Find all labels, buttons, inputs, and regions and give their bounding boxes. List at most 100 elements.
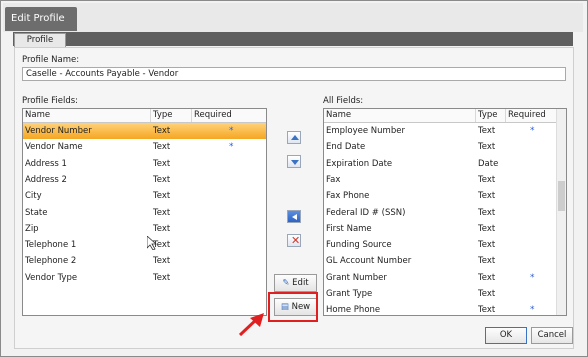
field-name-cell: Fax — [326, 174, 341, 185]
add-field-button[interactable] — [287, 210, 301, 223]
field-type-cell: Text — [478, 223, 496, 234]
table-row[interactable]: Telephone 2 Text — [23, 253, 266, 269]
field-type-cell: Text — [478, 289, 496, 299]
field-type-cell: Text — [153, 142, 171, 153]
field-type-cell: Text — [153, 126, 171, 136]
table-row[interactable]: First Name Text — [324, 221, 556, 237]
profile-fields-label: Profile Fields: — [22, 96, 79, 106]
tab-strip — [13, 32, 573, 46]
table-row[interactable]: Vendor Type Text — [23, 270, 266, 286]
field-required-cell — [227, 221, 229, 237]
field-required-cell — [528, 237, 530, 253]
field-name-cell: City — [25, 191, 42, 202]
column-header-name[interactable]: Name — [23, 109, 151, 122]
field-required-cell — [227, 237, 229, 253]
field-type-cell: Text — [153, 174, 171, 185]
field-name-cell: State — [25, 207, 48, 218]
field-name-cell: Grant Type — [326, 289, 373, 299]
annotation-arrow-icon — [238, 313, 264, 337]
table-row[interactable]: Telephone 1 Text — [23, 237, 266, 253]
remove-field-button[interactable]: ✕ — [287, 234, 301, 247]
field-required-cell: * — [530, 126, 535, 136]
arrow-down-icon — [291, 160, 299, 165]
field-required-cell — [227, 205, 229, 221]
field-name-cell: Expiration Date — [326, 158, 393, 169]
field-type-cell: Text — [153, 191, 171, 202]
field-required-cell — [227, 172, 229, 188]
field-type-cell: Text — [478, 174, 496, 185]
table-row[interactable]: City Text — [23, 188, 266, 204]
table-row[interactable]: Funding Source Text — [324, 237, 556, 253]
all-fields-grid[interactable]: Name Type Required Employee Number Text * E… — [323, 108, 567, 316]
field-name-cell: Fax Phone — [326, 191, 370, 202]
table-row[interactable]: Zip Text — [23, 221, 266, 237]
field-required-cell — [528, 221, 530, 237]
table-row[interactable]: Grant Number Text * — [324, 270, 556, 286]
field-required-cell: * — [530, 305, 535, 316]
table-row[interactable]: Grant Type Text — [324, 286, 556, 302]
column-header-required[interactable]: Required — [506, 109, 558, 122]
scrollbar-thumb[interactable] — [558, 181, 565, 211]
table-row[interactable]: Home Phone Text * — [324, 302, 556, 316]
field-name-cell: Telephone 1 — [25, 240, 77, 251]
field-type-cell: Text — [478, 142, 496, 153]
field-required-cell — [528, 205, 530, 221]
field-name-cell: Telephone 2 — [25, 256, 77, 267]
move-up-button[interactable] — [287, 131, 301, 144]
table-row[interactable]: Federal ID # (SSN) Text — [324, 205, 556, 221]
edit-button[interactable]: ✎ Edit — [274, 274, 317, 292]
profile-name-field[interactable]: Caselle - Accounts Payable - Vendor — [22, 67, 566, 81]
field-name-cell: Funding Source — [326, 240, 392, 251]
field-name-cell: Vendor Type — [25, 272, 78, 283]
field-required-cell — [227, 253, 229, 269]
column-header-type[interactable]: Type — [476, 109, 506, 122]
field-type-cell: Text — [153, 272, 171, 283]
field-required-cell — [528, 172, 530, 188]
table-row[interactable]: State Text — [23, 205, 266, 221]
field-name-cell: Zip — [25, 223, 39, 234]
new-button-highlight — [268, 292, 318, 322]
field-type-cell: Text — [478, 305, 496, 316]
all-fields-scrollbar[interactable] — [556, 109, 566, 315]
field-type-cell: Text — [153, 158, 171, 169]
tab-profile[interactable]: Profile — [14, 33, 66, 47]
field-type-cell: Text — [478, 240, 496, 251]
table-row[interactable]: End Date Text — [324, 139, 556, 155]
move-down-button[interactable] — [287, 155, 301, 168]
field-type-cell: Date — [478, 158, 499, 169]
table-row[interactable]: Expiration Date Date — [324, 156, 556, 172]
window-title: Edit Profile — [5, 7, 77, 31]
table-row[interactable]: Fax Phone Text — [324, 188, 556, 204]
profile-fields-grid[interactable]: Name Type Required Vendor Number Text * Ven… — [22, 108, 267, 316]
field-name-cell: Grant Number — [326, 272, 387, 283]
cancel-button[interactable]: Cancel — [531, 327, 573, 344]
arrow-left-icon — [292, 214, 297, 220]
table-row[interactable]: Address 2 Text — [23, 172, 266, 188]
field-name-cell: Employee Number — [326, 126, 405, 136]
column-header-name[interactable]: Name — [324, 109, 476, 122]
column-header-required[interactable]: Required — [192, 109, 266, 122]
ok-button[interactable]: OK — [485, 327, 527, 344]
field-required-cell — [227, 270, 229, 286]
table-row[interactable]: Address 1 Text — [23, 156, 266, 172]
arrow-up-icon — [291, 135, 299, 140]
column-header-type[interactable]: Type — [151, 109, 192, 122]
field-required-cell — [227, 156, 229, 172]
red-x-icon: ✕ — [291, 234, 301, 247]
table-row[interactable]: Fax Text — [324, 172, 556, 188]
field-name-cell: Vendor Number — [25, 126, 92, 136]
profile-name-label: Profile Name: — [22, 55, 80, 65]
table-row[interactable]: Employee Number Text * — [324, 123, 556, 139]
field-type-cell: Text — [153, 256, 171, 267]
field-name-cell: Home Phone — [326, 305, 381, 316]
all-fields-label: All Fields: — [323, 96, 364, 106]
field-name-cell: Address 2 — [25, 174, 67, 185]
field-type-cell: Text — [478, 256, 496, 267]
table-row[interactable]: Vendor Number Text * — [23, 123, 266, 139]
table-row[interactable]: Vendor Name Text * — [23, 139, 266, 155]
field-name-cell: GL Account Number — [326, 256, 412, 267]
profile-fields-header: Name Type Required — [23, 109, 266, 123]
field-required-cell — [528, 156, 530, 172]
field-required-cell — [528, 188, 530, 204]
table-row[interactable]: GL Account Number Text — [324, 253, 556, 269]
